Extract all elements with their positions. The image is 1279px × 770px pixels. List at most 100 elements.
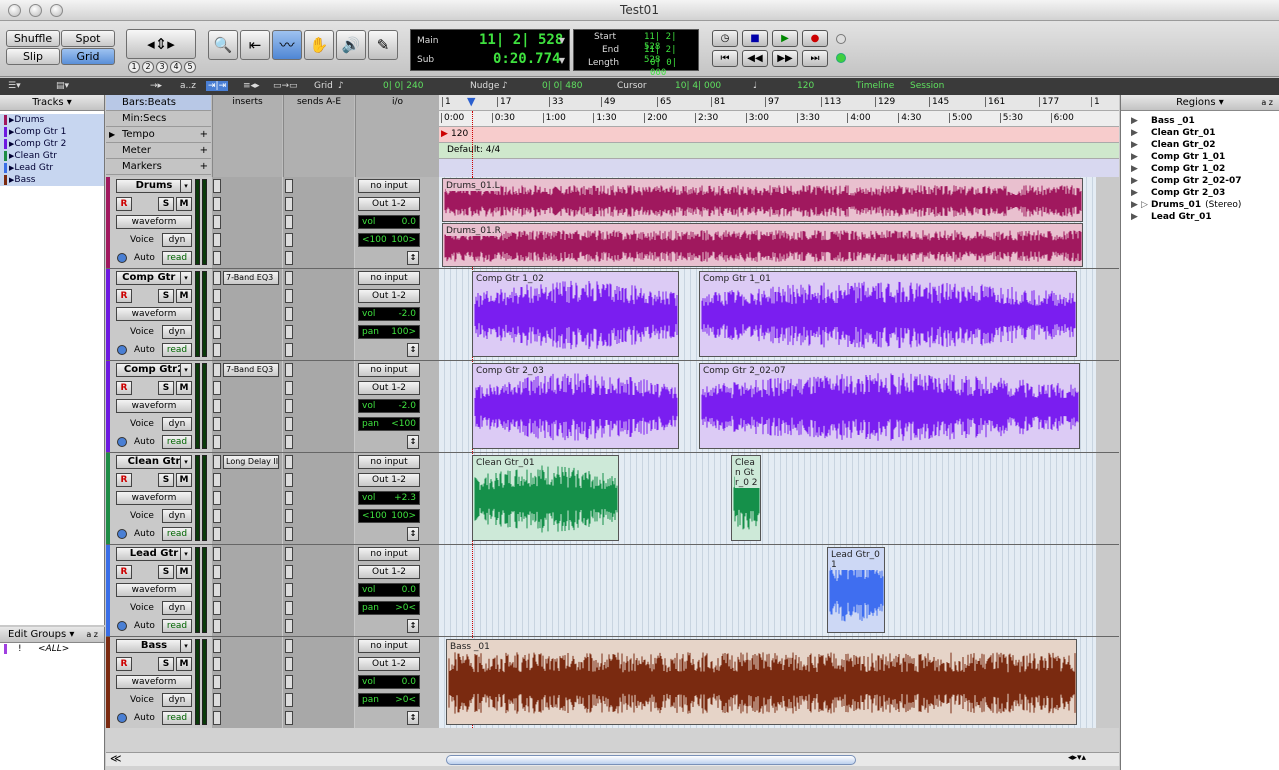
send-slot[interactable] bbox=[285, 675, 293, 689]
output-selector[interactable]: Out 1-2 bbox=[358, 381, 420, 395]
zoom-buttons[interactable]: ◂⇕▸ bbox=[126, 29, 196, 59]
automation-mode-icon[interactable] bbox=[117, 621, 127, 631]
output-selector[interactable]: Out 1-2 bbox=[358, 657, 420, 671]
region-list-item[interactable]: ▶ Comp Gtr 2_03 bbox=[1121, 187, 1279, 199]
scroll-left-icon[interactable]: ≪ bbox=[110, 752, 122, 765]
send-slot[interactable] bbox=[285, 657, 293, 671]
insert-slot[interactable] bbox=[213, 583, 221, 597]
fader-button[interactable]: ↕ bbox=[407, 435, 419, 449]
insert-slot[interactable] bbox=[213, 233, 221, 247]
insert-plugin-name[interactable]: 7-Band EQ3 bbox=[223, 363, 279, 377]
sort-icon[interactable]: a z bbox=[86, 627, 98, 642]
send-slot[interactable] bbox=[285, 215, 293, 229]
send-slot[interactable] bbox=[285, 565, 293, 579]
sort-icon[interactable]: a z bbox=[1261, 95, 1273, 110]
ruler-label-1[interactable]: Min:Secs bbox=[106, 111, 211, 127]
send-slot[interactable] bbox=[285, 527, 293, 541]
solo-button[interactable]: S bbox=[158, 565, 174, 579]
track-playlist[interactable]: Clean Gtr_01 Clea n Gt r_0 2 bbox=[439, 453, 1096, 544]
online-button[interactable]: ◷ bbox=[712, 30, 738, 47]
insert-slot[interactable] bbox=[213, 399, 221, 413]
region-list-item[interactable]: ▶ Clean Gtr_02 bbox=[1121, 139, 1279, 151]
fader-button[interactable]: ↕ bbox=[407, 527, 419, 541]
solo-button[interactable]: S bbox=[158, 473, 174, 487]
send-slot[interactable] bbox=[285, 693, 293, 707]
ruler-label-2[interactable]: Tempo ▶ + bbox=[106, 127, 211, 143]
trim-tool[interactable]: ⇤ bbox=[240, 30, 270, 60]
insert-slot[interactable] bbox=[213, 491, 221, 505]
main-counter-dropdown-icon[interactable]: ▼ bbox=[559, 36, 565, 45]
send-slot[interactable] bbox=[285, 601, 293, 615]
record-enable-button[interactable]: R bbox=[116, 565, 132, 579]
scrubber-tool[interactable]: 🔊 bbox=[336, 30, 366, 60]
send-slot[interactable] bbox=[285, 251, 293, 265]
mute-button[interactable]: M bbox=[176, 197, 192, 211]
record-enable-button[interactable]: R bbox=[116, 657, 132, 671]
zoom-preset-button[interactable]: 5 bbox=[184, 61, 196, 73]
send-slot[interactable] bbox=[285, 399, 293, 413]
tab-to-transients-icon[interactable]: ⇥|⇥ bbox=[206, 81, 229, 91]
track-playlist[interactable]: Comp Gtr 1_02 Comp Gtr 1_01 bbox=[439, 269, 1096, 360]
output-selector[interactable]: Out 1-2 bbox=[358, 473, 420, 487]
send-slot[interactable] bbox=[285, 417, 293, 431]
send-slot[interactable] bbox=[285, 435, 293, 449]
record-button[interactable]: ● bbox=[802, 30, 828, 47]
send-slot[interactable] bbox=[285, 639, 293, 653]
send-slot[interactable] bbox=[285, 547, 293, 561]
go-to-end-button[interactable]: ⏭ bbox=[802, 50, 828, 67]
insert-slot[interactable] bbox=[213, 565, 221, 579]
send-slot[interactable] bbox=[285, 343, 293, 357]
region-list-item[interactable]: ▶ Comp Gtr 1_01 bbox=[1121, 151, 1279, 163]
mute-button[interactable]: M bbox=[176, 473, 192, 487]
grabber-tool[interactable]: ✋ bbox=[304, 30, 334, 60]
automation-mode-icon[interactable] bbox=[117, 713, 127, 723]
track-name-menu-button[interactable]: ▾ bbox=[180, 271, 192, 285]
main-counter[interactable]: Main 11| 2| 528 Sub 0:20.774 ▼ ▼ bbox=[410, 29, 570, 71]
track-playlist[interactable]: Comp Gtr 2_03 Comp Gtr 2_02-07 bbox=[439, 361, 1096, 452]
solo-button[interactable]: S bbox=[158, 381, 174, 395]
insert-slot[interactable] bbox=[213, 675, 221, 689]
send-slot[interactable] bbox=[285, 711, 293, 725]
insert-slot[interactable] bbox=[213, 547, 221, 561]
tempo-ruler[interactable]: ▶ 120 bbox=[439, 127, 1119, 143]
track-view-menu-icon[interactable]: ☰▾ bbox=[8, 81, 21, 91]
audio-region[interactable]: Clean Gtr_01 bbox=[472, 455, 619, 541]
track-list-item[interactable]: ▶Clean Gtr bbox=[0, 150, 104, 162]
zoom-preset-button[interactable]: 4 bbox=[170, 61, 182, 73]
automation-mode-selector[interactable]: read bbox=[162, 435, 192, 449]
voice-selector[interactable]: dyn bbox=[162, 233, 192, 247]
mute-button[interactable]: M bbox=[176, 657, 192, 671]
output-selector[interactable]: Out 1-2 bbox=[358, 565, 420, 579]
tempo-marker-value[interactable]: 120 bbox=[451, 129, 468, 139]
play-button[interactable]: ▶ bbox=[772, 30, 798, 47]
track-name-menu-button[interactable]: ▾ bbox=[180, 179, 192, 193]
playhead-marker-icon[interactable]: ▼ bbox=[467, 95, 475, 108]
send-slot[interactable] bbox=[285, 363, 293, 377]
region-list-item[interactable]: ▶ Clean Gtr_01 bbox=[1121, 127, 1279, 139]
insert-slot[interactable] bbox=[213, 657, 221, 671]
automation-mode-selector[interactable]: read bbox=[162, 343, 192, 357]
voice-selector[interactable]: dyn bbox=[162, 693, 192, 707]
insert-slot[interactable] bbox=[213, 343, 221, 357]
meter-marker-value[interactable]: Default: 4/4 bbox=[447, 145, 500, 155]
audio-region[interactable]: Comp Gtr 1_01 bbox=[699, 271, 1077, 357]
record-enable-button[interactable]: R bbox=[116, 381, 132, 395]
scroll-arrows-icon[interactable]: ◂▸▾▴ bbox=[1068, 753, 1086, 763]
region-expand-icon[interactable]: ▶ bbox=[1131, 139, 1138, 151]
input-selector[interactable]: no input bbox=[358, 179, 420, 193]
volume-display[interactable]: vol +2.3 bbox=[358, 491, 420, 505]
region-expand-icon[interactable]: ▶ bbox=[1131, 163, 1138, 175]
spot-mode-button[interactable]: Spot bbox=[61, 30, 115, 47]
insert-slot[interactable] bbox=[213, 179, 221, 193]
track-playlist[interactable]: Drums_01.L Drums_01.R bbox=[439, 177, 1096, 268]
stop-button[interactable]: ■ bbox=[742, 30, 768, 47]
length-value[interactable]: 0| 0| 000 bbox=[650, 58, 698, 78]
ruler-label-4[interactable]: Markers + bbox=[106, 159, 211, 175]
region-list-item[interactable]: ▶ Comp Gtr 1_02 bbox=[1121, 163, 1279, 175]
record-enable-button[interactable]: R bbox=[116, 197, 132, 211]
insert-plugin-name[interactable]: 7-Band EQ3 bbox=[223, 271, 279, 285]
insert-slot[interactable] bbox=[213, 711, 221, 725]
insert-slot[interactable] bbox=[213, 417, 221, 431]
pan-display[interactable]: pan >0< bbox=[358, 693, 420, 707]
link-selection-icon[interactable]: →▸ bbox=[150, 81, 162, 91]
